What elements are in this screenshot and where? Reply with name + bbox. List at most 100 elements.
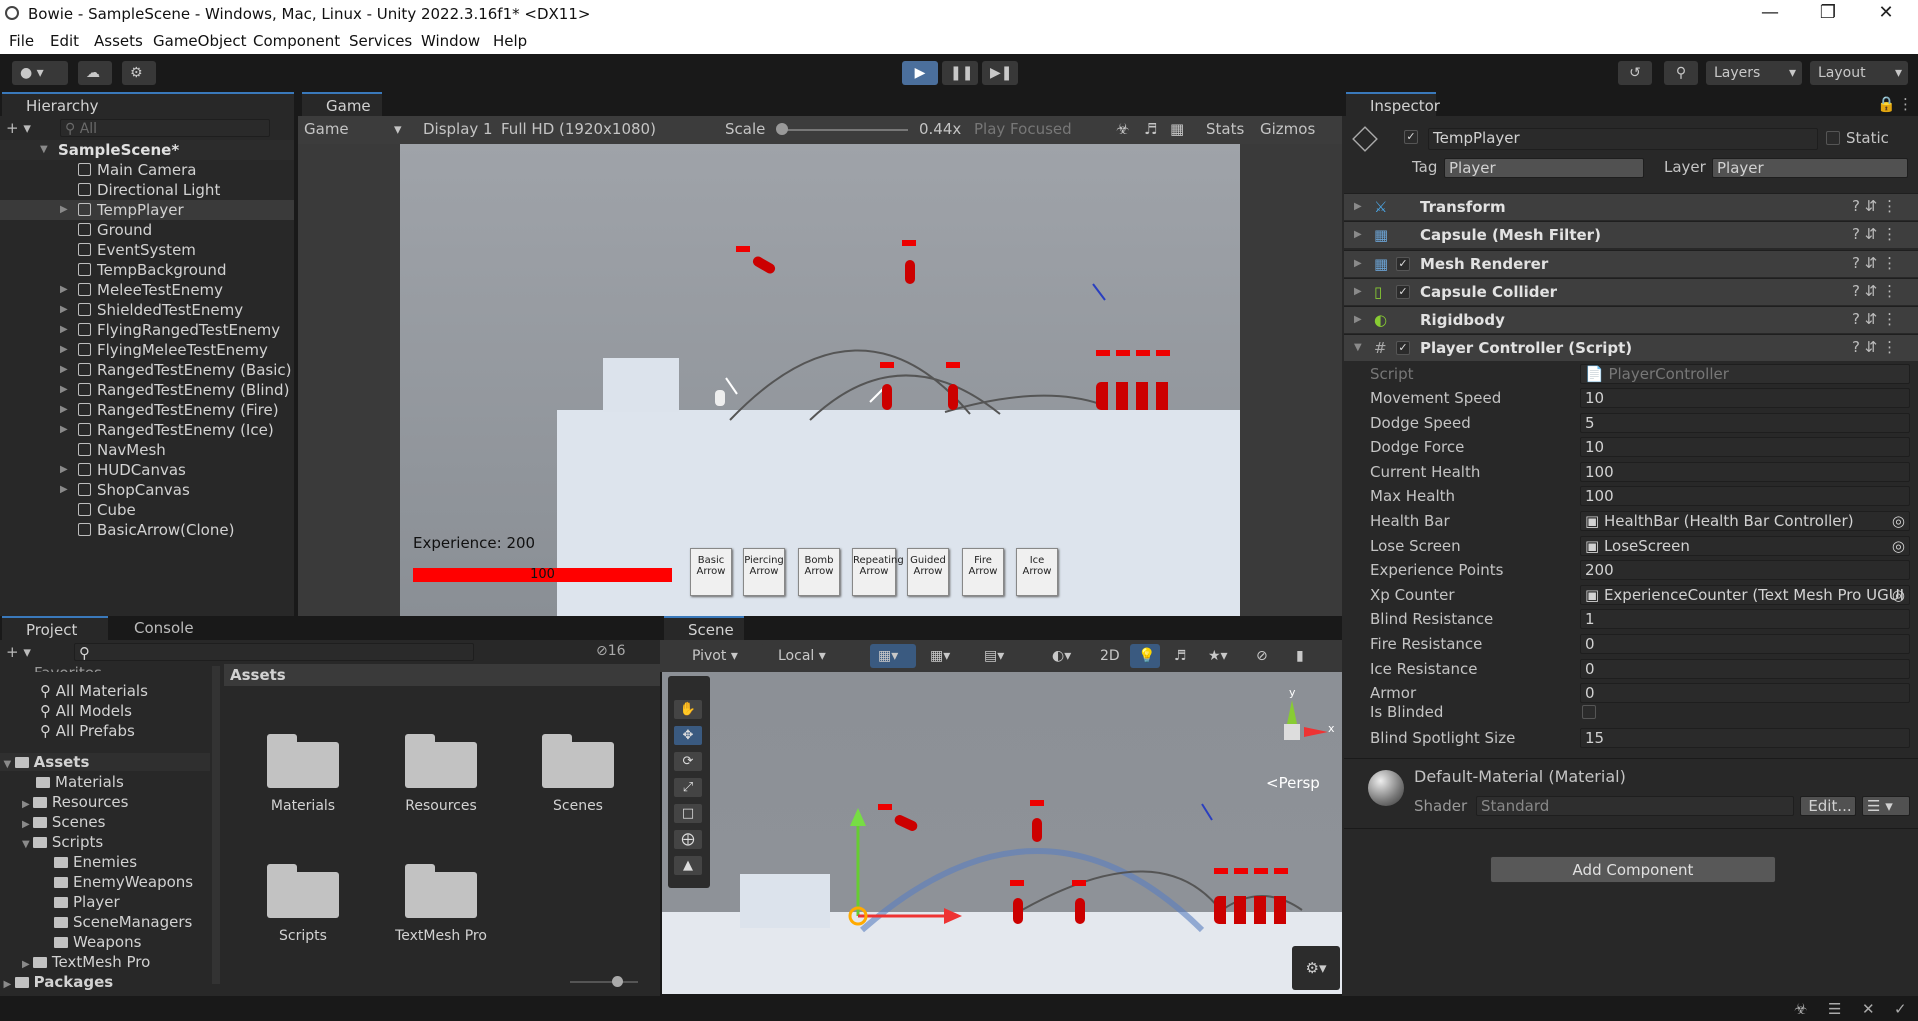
project-folder-row[interactable]: ▶ TextMesh Pro [22, 953, 150, 971]
account-button[interactable]: ● ▾ [12, 61, 68, 85]
hierarchy-item[interactable]: ▶ RangedTestEnemy (Fire) [0, 400, 296, 420]
expand-arrow-icon[interactable]: ▶ [22, 799, 33, 810]
project-folder-row[interactable]: Player [40, 893, 120, 911]
pivot-dropdown[interactable]: Pivot ▾ [684, 644, 764, 668]
field-value[interactable]: 0 [1580, 658, 1910, 679]
layout-dropdown[interactable]: Layout ▾ [1810, 61, 1908, 85]
project-folder-row[interactable]: ▶ Scenes [22, 813, 105, 831]
layers-dropdown[interactable]: Layers ▾ [1706, 61, 1802, 85]
foldout-arrow-icon[interactable]: ▶ [1354, 258, 1362, 269]
active-checkbox[interactable]: ✓ [1404, 130, 1418, 144]
project-folder-row[interactable]: EnemyWeapons [40, 873, 193, 891]
tag-dropdown[interactable]: Player [1444, 158, 1644, 178]
hierarchy-item[interactable]: Main Camera [0, 160, 296, 180]
layers-status-icon[interactable]: ☰ [1828, 1000, 1841, 1018]
tab-game[interactable]: Game [302, 92, 382, 116]
cache-icon[interactable]: ✕ [1862, 1000, 1875, 1018]
move-tool-icon[interactable]: ✥ [674, 726, 702, 745]
folder-icon[interactable] [542, 732, 614, 788]
component-enabled-checkbox[interactable]: ✓ [1396, 341, 1410, 355]
history-icon[interactable]: ↺ [1618, 61, 1652, 85]
component-header[interactable]: ▶ ▯ ✓ Capsule Collider ? ⇵ ⋮ [1344, 278, 1918, 305]
expand-arrow-icon[interactable]: ▶ [60, 340, 68, 360]
shader-dropdown[interactable]: Standard [1476, 796, 1794, 816]
search-icon[interactable]: ⚲ [1664, 61, 1698, 85]
local-dropdown[interactable]: Local ▾ [770, 644, 852, 668]
arrow-select-button[interactable]: Ice Arrow [1016, 548, 1058, 596]
project-folder-row[interactable]: ▼ Scripts [22, 833, 103, 851]
field-value[interactable]: 0 [1580, 634, 1910, 654]
rect-tool-icon[interactable]: □ [674, 804, 702, 823]
folder-icon[interactable] [405, 862, 477, 918]
maximize-icon[interactable]: ❐ [1799, 2, 1857, 28]
shader-options-icon[interactable]: ☰ ▾ [1862, 796, 1910, 816]
component-enabled-checkbox[interactable]: ✓ [1396, 257, 1410, 271]
assets-breadcrumb[interactable]: Assets [224, 664, 660, 686]
play-focused-dropdown[interactable]: Play Focused [974, 120, 1072, 138]
scale-slider-handle[interactable] [776, 123, 788, 135]
bug-icon[interactable]: ☣ [1116, 120, 1129, 138]
folder-icon[interactable] [405, 732, 477, 788]
collab-icon[interactable]: ⚙ [122, 61, 156, 85]
object-picker-icon[interactable]: ◎ [1892, 586, 1905, 604]
expand-arrow-icon[interactable]: ▶ [60, 480, 68, 500]
menu-services[interactable]: Services [349, 32, 412, 50]
camera-icon[interactable]: ▮ [1288, 644, 1318, 668]
add-component-button[interactable]: Add Component [1490, 856, 1776, 883]
component-header[interactable]: ▶ ▦ ✓ Mesh Renderer ? ⇵ ⋮ [1344, 250, 1918, 277]
snap-increment-icon[interactable]: ▦▾ [922, 644, 968, 668]
project-folder-row[interactable]: SceneManagers [40, 913, 192, 931]
tab-project[interactable]: Project [2, 616, 108, 640]
custom-tool-icon[interactable]: ▲ [674, 856, 702, 875]
debug-icon[interactable]: ☣ [1794, 1000, 1807, 1018]
expand-arrow-icon[interactable]: ▶ [60, 300, 68, 320]
edit-shader-button[interactable]: Edit... [1800, 796, 1856, 816]
component-help-icon[interactable]: ? ⇵ ⋮ [1852, 197, 1897, 215]
component-header[interactable]: ▼ # ✓ Player Controller (Script) ? ⇵ ⋮ [1344, 334, 1918, 361]
field-value[interactable]: ▣ LoseScreen ◎ [1580, 535, 1910, 556]
component-help-icon[interactable]: ? ⇵ ⋮ [1852, 310, 1897, 328]
field-value[interactable]: 100 [1580, 461, 1910, 482]
game-viewport[interactable]: Experience: 200 100 Basic Arrow Piercing … [400, 144, 1240, 616]
component-enabled-checkbox[interactable]: ✓ [1396, 285, 1410, 299]
arrow-select-button[interactable]: Piercing Arrow [743, 548, 785, 596]
is-blinded-checkbox[interactable] [1582, 705, 1596, 719]
icon-size-slider-handle[interactable] [612, 976, 623, 987]
expand-arrow-icon[interactable]: ▶ [60, 280, 68, 300]
expand-arrow-icon[interactable]: ▶ [22, 959, 33, 970]
hierarchy-item[interactable]: ▶ HUDCanvas [0, 460, 296, 480]
layer-dropdown[interactable]: Player [1712, 158, 1908, 178]
component-help-icon[interactable]: ? ⇵ ⋮ [1852, 254, 1897, 272]
pause-button[interactable]: ❚❚ [942, 61, 978, 85]
tab-console[interactable]: Console [110, 616, 216, 640]
field-value[interactable]: ▣ HealthBar (Health Bar Controller) ◎ [1580, 511, 1910, 531]
blind-spot-field[interactable]: 15 [1580, 728, 1910, 748]
tab-inspector[interactable]: Inspector [1346, 92, 1440, 116]
scale-slider[interactable] [778, 129, 908, 131]
scene-row[interactable]: ▼ SampleScene* [0, 140, 296, 160]
hidden-objects-icon[interactable]: ⊘ [1248, 644, 1282, 668]
expand-arrow-icon[interactable]: ▶ [22, 819, 33, 830]
packages-row[interactable]: ▶ Packages [0, 973, 113, 991]
hierarchy-item[interactable]: ▶ TempPlayer [0, 200, 296, 220]
minimize-icon[interactable]: — [1741, 2, 1799, 28]
hierarchy-item[interactable]: NavMesh [0, 440, 296, 460]
add-icon[interactable]: + ▾ [6, 119, 31, 137]
field-value[interactable]: 0 [1580, 683, 1910, 704]
favorites-row[interactable]: Favorites [34, 664, 102, 672]
arrow-select-button[interactable]: Repeating Arrow [852, 548, 904, 596]
menu-assets[interactable]: Assets [94, 32, 143, 50]
hierarchy-item[interactable]: ▶ FlyingMeleeTestEnemy [0, 340, 296, 360]
menu-window[interactable]: Window [421, 32, 480, 50]
menu-edit[interactable]: Edit [50, 32, 79, 50]
expand-arrow-icon[interactable]: ▶ [60, 200, 68, 220]
hierarchy-item[interactable]: ▶ FlyingRangedTestEnemy [0, 320, 296, 340]
static-checkbox[interactable] [1826, 131, 1840, 145]
field-value[interactable]: 10 [1580, 437, 1910, 458]
hidden-packages-icon[interactable]: ⊘16 [596, 643, 626, 659]
gizmos-button[interactable]: Gizmos [1260, 120, 1315, 138]
menu-component[interactable]: Component [253, 32, 340, 50]
lighting-icon[interactable]: 💡 [1130, 644, 1160, 668]
play-button[interactable]: ▶ [902, 61, 938, 85]
tab-hierarchy[interactable]: Hierarchy [2, 92, 294, 116]
